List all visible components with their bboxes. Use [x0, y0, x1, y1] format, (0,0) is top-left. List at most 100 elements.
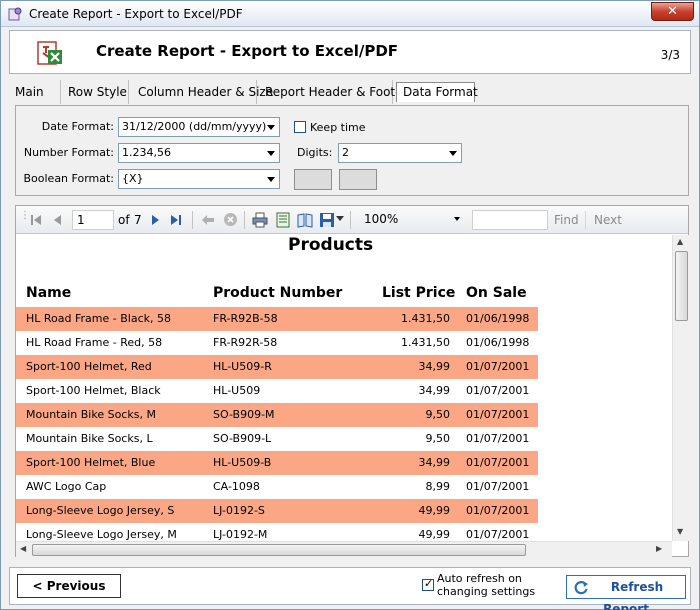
next-page-icon[interactable]	[149, 214, 161, 226]
cell-name: HL Road Frame - Red, 58	[26, 336, 163, 349]
keep-time-label: Keep time	[310, 121, 366, 134]
header-panel: Create Report - Export to Excel/PDF 3/3	[9, 30, 691, 74]
cell-product-number: HL-U509-B	[213, 456, 272, 469]
auto-refresh-label-line2: changing settings	[437, 585, 536, 598]
report-viewer: ⋮ 1 of 7 100% Find Next Products Name Pr…	[15, 205, 689, 557]
close-button[interactable]: ✕	[651, 2, 694, 21]
column-header-on-sale: On Sale	[466, 285, 527, 301]
table-row: AWC Logo Cap CA-1098 8,99 01/07/2001	[16, 475, 538, 499]
cell-name: Mountain Bike Socks, M	[26, 408, 156, 421]
table-row: Mountain Bike Socks, M SO-B909-M 9,50 01…	[16, 403, 538, 427]
first-page-icon[interactable]	[30, 214, 42, 226]
toolbar-separator	[244, 211, 245, 229]
cell-name: Long-Sleeve Logo Jersey, M	[26, 528, 177, 541]
boolean-format-select[interactable]: {X}	[118, 169, 280, 189]
auto-refresh-checkbox[interactable]	[422, 577, 434, 591]
scroll-down-icon[interactable]: ▼	[677, 527, 683, 536]
number-format-label: Number Format:	[23, 146, 114, 159]
cell-on-sale: 01/07/2001	[466, 528, 530, 541]
horizontal-scroll-thumb[interactable]	[32, 544, 526, 556]
cell-name: AWC Logo Cap	[26, 480, 107, 493]
scroll-up-icon[interactable]: ▲	[677, 237, 683, 246]
cell-list-price: 8,99	[425, 480, 451, 493]
tab-row-style[interactable]: Row Style	[62, 80, 129, 104]
find-input[interactable]	[472, 210, 548, 230]
cell-name: Sport-100 Helmet, Blue	[26, 456, 156, 469]
vertical-scroll-thumb[interactable]	[675, 251, 688, 321]
cell-list-price: 34,99	[418, 360, 451, 373]
cell-name: HL Road Frame - Black, 58	[26, 312, 171, 325]
cell-product-number: SO-B909-M	[213, 408, 275, 421]
digits-label: Digits:	[297, 146, 333, 159]
export-excel-pdf-icon	[37, 41, 62, 65]
chevron-down-icon[interactable]	[336, 216, 344, 222]
tab-data-format[interactable]: Data Format	[396, 82, 478, 102]
scroll-left-icon[interactable]: ◀	[20, 544, 26, 553]
cell-product-number: FR-R92R-58	[213, 336, 278, 349]
step-indicator: 3/3	[660, 48, 680, 62]
tab-report-header-footer[interactable]: Report Header & Footer	[259, 80, 407, 104]
app-icon	[8, 7, 22, 21]
cell-product-number: HL-U509	[213, 384, 261, 397]
date-format-select[interactable]: 31/12/2000 (dd/mm/yyyy)	[118, 117, 280, 137]
boolean-format-label: Boolean Format:	[23, 172, 114, 185]
print-icon[interactable]	[252, 212, 268, 228]
previous-page-icon[interactable]	[52, 214, 64, 226]
data-format-panel: Date Format: 31/12/2000 (dd/mm/yyyy) Kee…	[15, 105, 689, 196]
cell-on-sale: 01/06/1998	[466, 312, 530, 325]
zoom-value: 100%	[364, 212, 399, 226]
column-header-name: Name	[26, 285, 72, 301]
cell-list-price: 1.431,50	[401, 336, 450, 349]
vertical-scrollbar[interactable]: ▲ ▼	[672, 235, 689, 541]
cell-name: Long-Sleeve Logo Jersey, S	[26, 504, 175, 517]
cell-product-number: HL-U509-R	[213, 360, 272, 373]
back-icon[interactable]	[201, 214, 215, 226]
number-format-select[interactable]: 1.234,56	[118, 143, 280, 163]
cell-on-sale: 01/06/1998	[466, 336, 530, 349]
date-format-label: Date Format:	[41, 120, 114, 133]
refresh-report-button[interactable]: Refresh Report	[566, 575, 686, 610]
tab-column-header-size[interactable]: Column Header & Size	[132, 80, 273, 104]
true-value-box[interactable]	[294, 169, 332, 190]
table-row: Sport-100 Helmet, Red HL-U509-R 34,99 01…	[16, 355, 538, 379]
cell-on-sale: 01/07/2001	[466, 480, 530, 493]
cell-on-sale: 01/07/2001	[466, 384, 530, 397]
find-next-button[interactable]: Next	[594, 213, 622, 227]
save-icon[interactable]	[319, 212, 335, 228]
page-title: Create Report - Export to Excel/PDF	[96, 42, 399, 60]
refresh-icon	[574, 581, 588, 595]
horizontal-scrollbar[interactable]: ◀ ▶	[16, 541, 672, 557]
zoom-select[interactable]: 100%	[360, 210, 464, 230]
table-row: HL Road Frame - Red, 58 FR-R92R-58 1.431…	[16, 331, 538, 355]
cell-list-price: 34,99	[418, 456, 451, 469]
column-header-list-price: List Price	[382, 285, 456, 301]
report-window: Create Report - Export to Excel/PDF ✕ Cr…	[0, 0, 700, 610]
table-row: Sport-100 Helmet, Blue HL-U509-B 34,99 0…	[16, 451, 538, 475]
digits-select[interactable]: 2	[338, 143, 462, 163]
report-page: Products Name Product Number List Price …	[16, 235, 672, 541]
page-layout-icon[interactable]	[275, 212, 291, 228]
find-button[interactable]: Find	[554, 213, 579, 227]
page-number-input[interactable]: 1	[72, 210, 114, 230]
keep-time-checkbox[interactable]	[294, 121, 306, 133]
cell-name: Mountain Bike Socks, L	[26, 432, 153, 445]
chevron-down-icon	[267, 151, 275, 156]
table-row: Long-Sleeve Logo Jersey, M LJ-0192-M 49,…	[16, 523, 538, 541]
cell-on-sale: 01/07/2001	[466, 360, 530, 373]
toolbar-separator	[192, 211, 193, 229]
tab-main[interactable]: Main	[9, 80, 61, 104]
auto-refresh-label-line1: Auto refresh on	[437, 572, 522, 585]
stop-icon[interactable]	[223, 212, 238, 227]
scroll-right-icon[interactable]: ▶	[656, 544, 662, 553]
number-format-value: 1.234,56	[122, 146, 171, 159]
table-row: Long-Sleeve Logo Jersey, S LJ-0192-S 49,…	[16, 499, 538, 523]
footer-panel: < Previous Auto refresh on changing sett…	[9, 567, 691, 610]
chevron-down-icon	[449, 151, 457, 156]
page-setup-icon[interactable]	[297, 212, 313, 228]
toolbar-separator	[350, 211, 351, 229]
report-title: Products	[288, 235, 374, 255]
previous-button[interactable]: < Previous	[17, 574, 121, 598]
false-value-box[interactable]	[339, 169, 377, 190]
cell-product-number: LJ-0192-S	[213, 504, 265, 517]
last-page-icon[interactable]	[170, 214, 182, 226]
